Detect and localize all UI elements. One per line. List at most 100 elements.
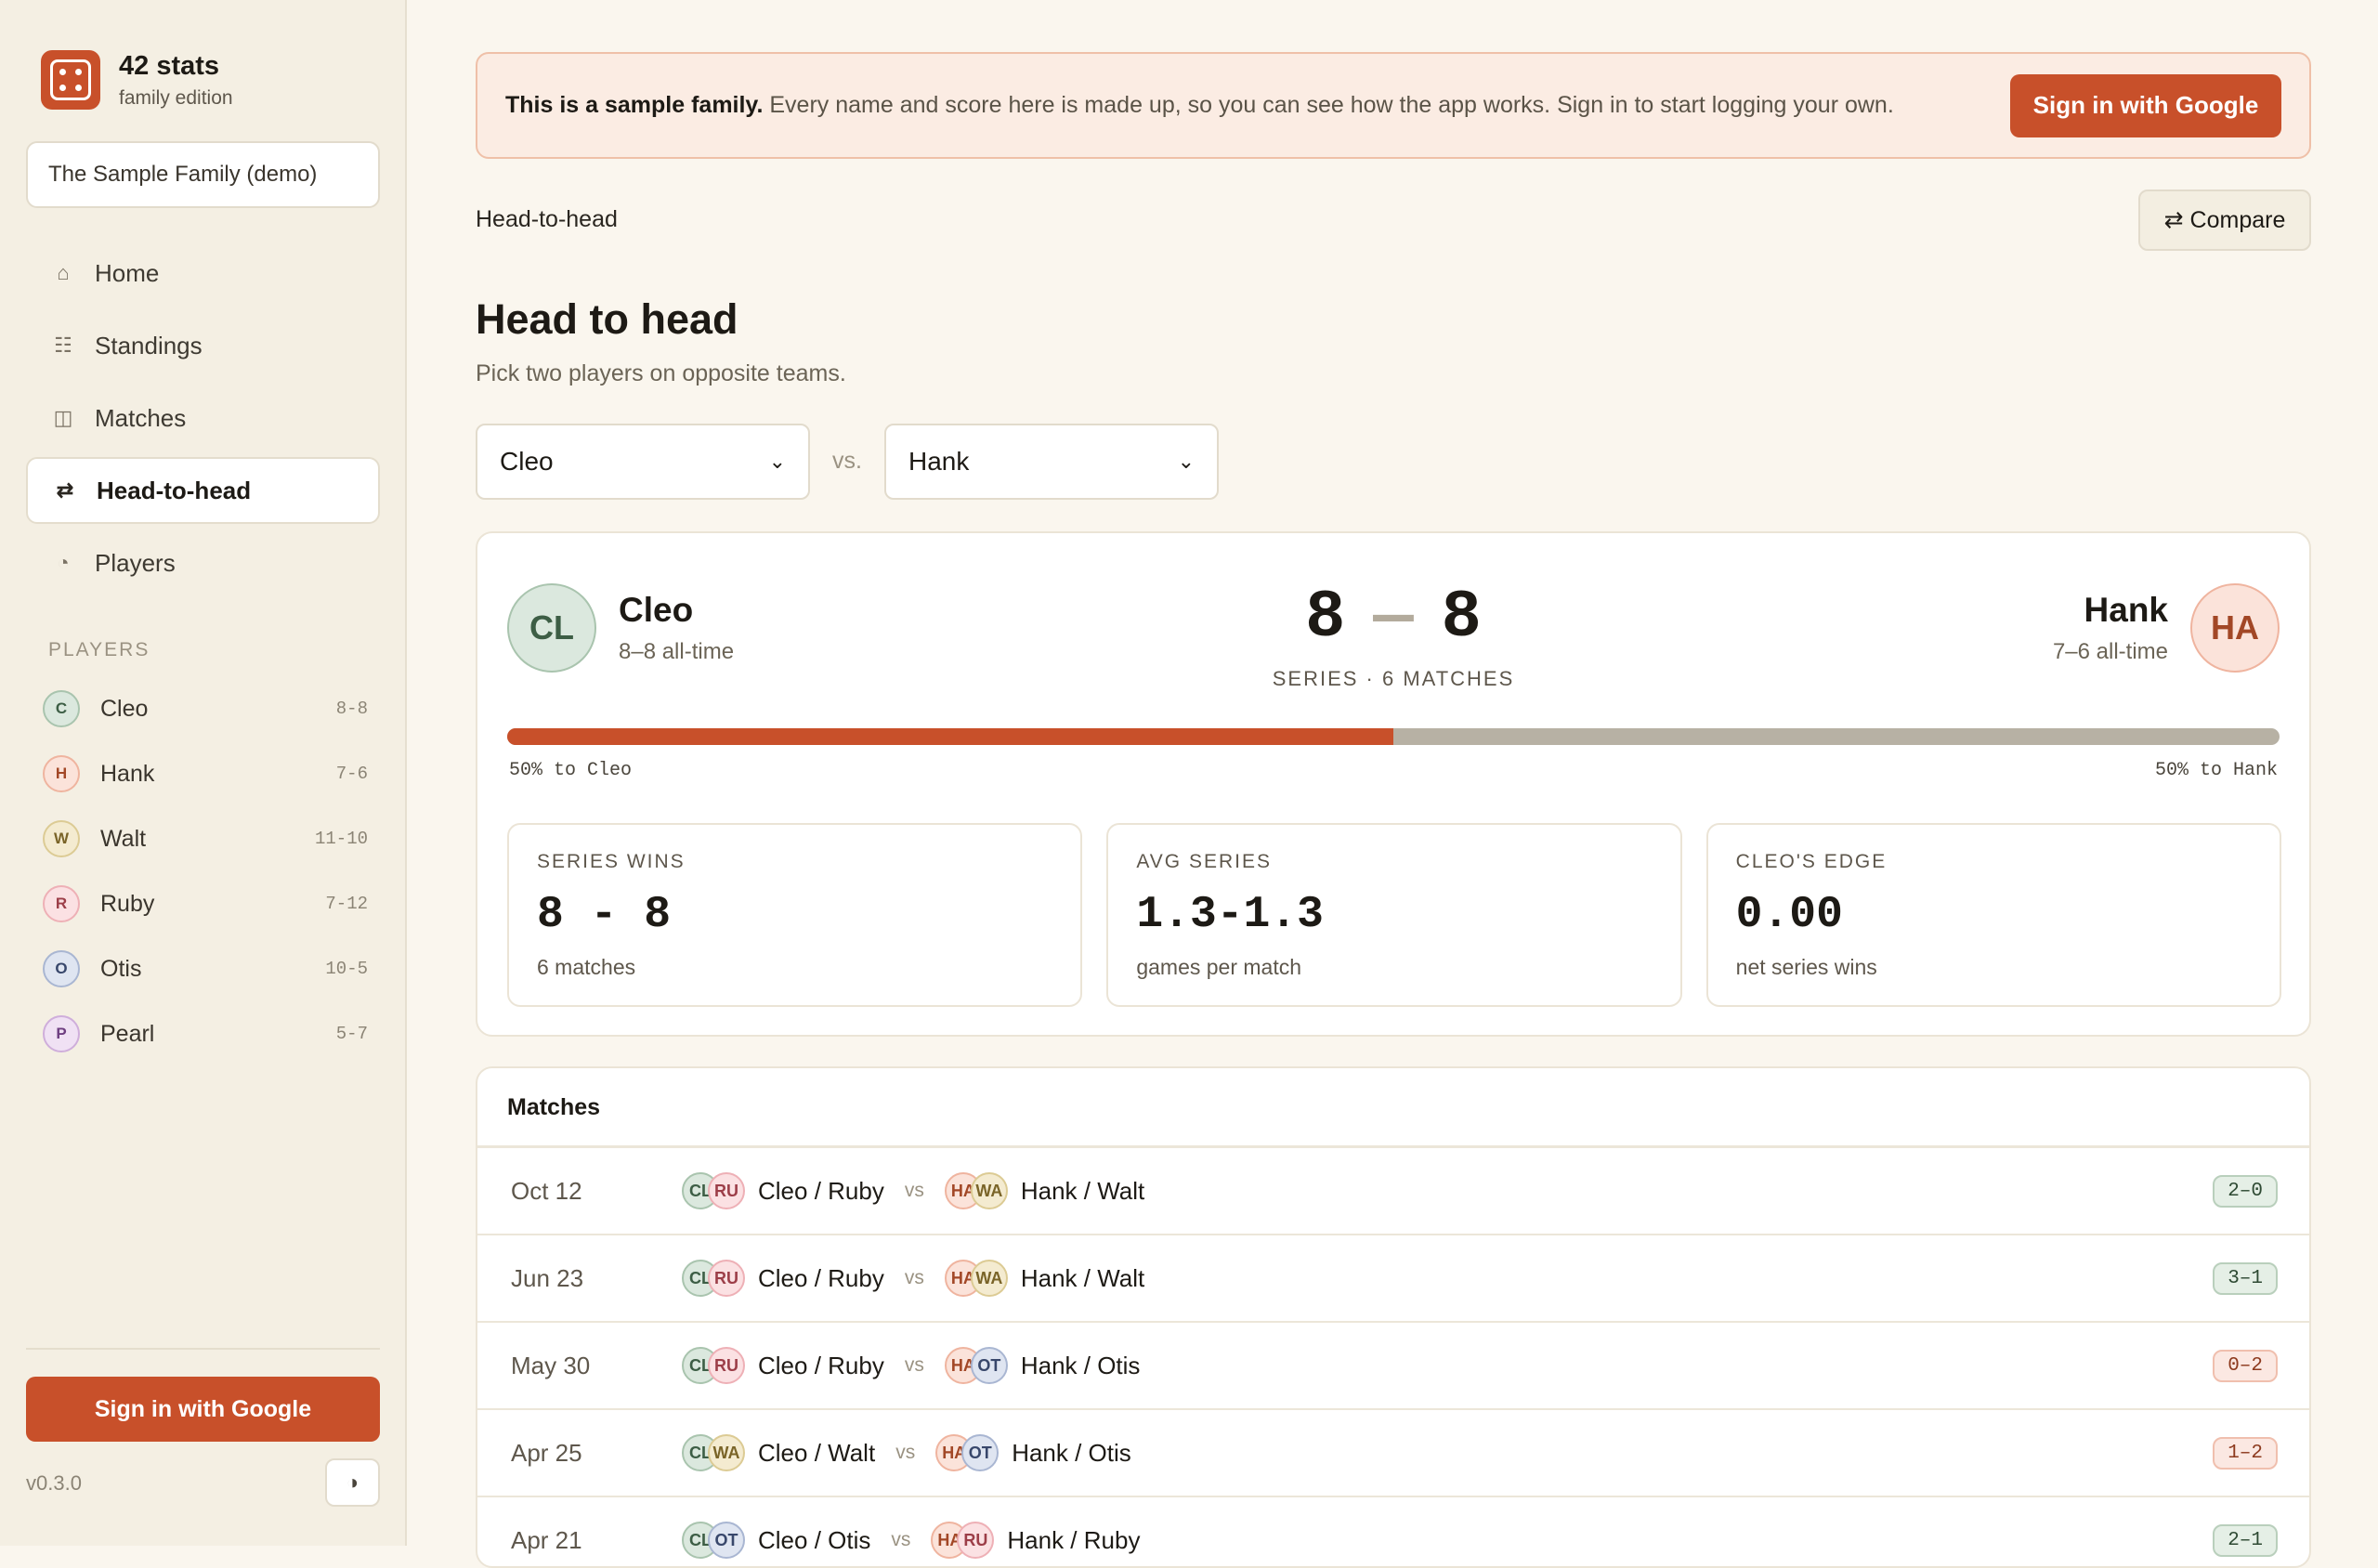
nav-item-standings[interactable]: ☷ Standings bbox=[26, 312, 380, 379]
match-row[interactable]: Jun 23 CL RU Cleo / Ruby vs HA WA Hank / Walt 3–… bbox=[477, 1235, 2309, 1323]
avatar: RU bbox=[708, 1347, 745, 1384]
banner-signin-button[interactable]: Sign in with Google bbox=[2010, 73, 2281, 137]
stat-cards: SERIES WINS 8 - 8 6 matches AVG SERIES 1.3-1… bbox=[507, 823, 2281, 1007]
player-name: Walt bbox=[100, 825, 147, 852]
vs-label: vs. bbox=[832, 448, 862, 474]
avatar: RU bbox=[957, 1522, 995, 1559]
match-date: May 30 bbox=[511, 1351, 591, 1379]
team-b: HA WA Hank / Walt bbox=[944, 1172, 1145, 1209]
score-badge: 2–0 bbox=[2213, 1174, 2278, 1208]
nav-item-label: Home bbox=[95, 258, 160, 287]
home-icon: ⌂ bbox=[57, 261, 70, 284]
team-b-name: Hank / Walt bbox=[1020, 1176, 1145, 1205]
dice-logo-icon bbox=[41, 50, 100, 110]
page-title: Head to head bbox=[476, 295, 738, 343]
team-a-name: Cleo / Ruby bbox=[758, 1176, 884, 1205]
player-b-value: Hank bbox=[908, 447, 970, 476]
stat-note: games per match bbox=[1136, 955, 1302, 979]
match-row[interactable]: Oct 12 CL RU Cleo / Ruby vs HA WA Hank / Walt 2–… bbox=[477, 1148, 2309, 1235]
avatar: WA bbox=[970, 1172, 1008, 1209]
player-a-value: Cleo bbox=[500, 447, 554, 476]
family-selector[interactable]: The Sample Family (demo) bbox=[26, 141, 380, 208]
stat-value: 1.3-1.3 bbox=[1136, 890, 1324, 940]
team-b-name: Hank / Otis bbox=[1012, 1438, 1131, 1467]
team-a-name: Cleo / Ruby bbox=[758, 1263, 884, 1292]
sidebar-player-otis[interactable]: O Otis 10-5 bbox=[43, 936, 368, 1001]
sidebar-signin-button[interactable]: Sign in with Google bbox=[26, 1377, 380, 1442]
match-row[interactable]: May 30 CL RU Cleo / Ruby vs HA OT Hank / Otis 0–… bbox=[477, 1323, 2309, 1410]
swap-icon: ⇄ bbox=[56, 478, 74, 502]
banner-text: This is a sample family. Every name and … bbox=[505, 92, 2010, 119]
stat-note: net series wins bbox=[1735, 955, 1877, 979]
vs-label: vs bbox=[904, 1267, 924, 1288]
avatar: P bbox=[43, 1015, 80, 1052]
score-b: 8 bbox=[1441, 580, 1482, 656]
sample-banner: This is a sample family. Every name and … bbox=[476, 52, 2311, 159]
team-b-name: Hank / Walt bbox=[1020, 1263, 1145, 1292]
nav-item-players[interactable]: ◔ Players bbox=[26, 529, 380, 596]
app-title: 42 stats bbox=[119, 50, 220, 81]
team-a-name: Cleo / Ruby bbox=[758, 1351, 884, 1379]
sidebar-player-walt[interactable]: W Walt 11-10 bbox=[43, 806, 368, 871]
brand[interactable]: 42 stats family edition bbox=[41, 50, 233, 110]
share-bar-fill bbox=[507, 728, 1393, 745]
match-row[interactable]: Apr 25 CL WA Cleo / Walt vs HA OT Hank / Otis 1–… bbox=[477, 1410, 2309, 1497]
nav-item-home[interactable]: ⌂ Home bbox=[26, 240, 380, 307]
avatar: H bbox=[43, 755, 80, 792]
sidebar-player-cleo[interactable]: C Cleo 8-8 bbox=[43, 676, 368, 741]
player-b-select[interactable]: Hank ⌄ bbox=[884, 424, 1219, 500]
match-row[interactable]: Apr 21 CL OT Cleo / Otis vs HA RU Hank / Ruby 2–… bbox=[477, 1497, 2309, 1566]
player-record: 7-12 bbox=[325, 894, 368, 914]
team-a: CL RU Cleo / Ruby bbox=[682, 1172, 884, 1209]
compare-button[interactable]: ⇄ Compare bbox=[2138, 189, 2311, 251]
nav-item-matches[interactable]: ◫ Matches bbox=[26, 385, 380, 451]
stat-note: 6 matches bbox=[537, 955, 636, 979]
players-heading: PLAYERS bbox=[48, 639, 150, 660]
nav-item-head-to-head[interactable]: ⇄ Head-to-head bbox=[26, 457, 380, 524]
player-a-select[interactable]: Cleo ⌄ bbox=[476, 424, 810, 500]
vs-label: vs bbox=[904, 1354, 924, 1376]
player-name: Cleo bbox=[100, 695, 149, 722]
team-a-name: Cleo / Otis bbox=[758, 1525, 871, 1554]
avatar: W bbox=[43, 820, 80, 857]
banner-strong: This is a sample family. bbox=[505, 92, 764, 118]
player-record: 8-8 bbox=[335, 699, 368, 719]
banner-body: Every name and score here is made up, so… bbox=[763, 92, 1894, 118]
match-date: Apr 25 bbox=[511, 1438, 582, 1467]
player-name: Pearl bbox=[100, 1020, 155, 1047]
team-a-name: Cleo / Walt bbox=[758, 1438, 876, 1467]
player-b-avatar: HA bbox=[2190, 583, 2280, 673]
players-icon: ◔ bbox=[57, 551, 70, 574]
app-subtitle: family edition bbox=[119, 86, 233, 109]
share-bar bbox=[507, 728, 2280, 745]
stat-label: CLEO'S EDGE bbox=[1735, 851, 1888, 872]
share-b-label: 50% to Hank bbox=[2154, 760, 2278, 781]
avatar: WA bbox=[970, 1260, 1008, 1297]
sidebar-player-hank[interactable]: H Hank 7-6 bbox=[43, 741, 368, 806]
team-b: HA RU Hank / Ruby bbox=[931, 1522, 1140, 1559]
score-dash: — bbox=[1373, 580, 1414, 656]
stat-label: SERIES WINS bbox=[537, 851, 686, 872]
player-list: C Cleo 8-8 H Hank 7-6 W Walt 11-10 R Ruby 7-12 O Otis… bbox=[43, 676, 368, 1066]
breadcrumb: Head-to-head bbox=[476, 206, 618, 232]
sidebar-player-ruby[interactable]: R Ruby 7-12 bbox=[43, 871, 368, 936]
sidebar: 42 stats family edition The Sample Famil… bbox=[0, 0, 407, 1546]
main-nav: ⌂ Home ☷ Standings ◫ Matches ⇄ Head-to-head ◔ Pla… bbox=[26, 240, 380, 602]
chevron-down-icon: ⌄ bbox=[1177, 450, 1195, 473]
player-record: 11-10 bbox=[314, 829, 368, 849]
head-to-head-card: CL Cleo 8–8 all-time 8—8 SERIES · 6 MATC… bbox=[476, 531, 2311, 1037]
team-b-name: Hank / Ruby bbox=[1007, 1525, 1141, 1554]
player-b-record: 7–6 all-time bbox=[2052, 639, 2168, 664]
player-record: 7-6 bbox=[335, 764, 368, 784]
chevron-down-icon: ⌄ bbox=[768, 450, 786, 473]
team-b: HA OT Hank / Otis bbox=[935, 1434, 1131, 1471]
team-b: HA WA Hank / Walt bbox=[944, 1260, 1145, 1297]
theme-toggle-icon[interactable]: ◑ bbox=[325, 1458, 380, 1507]
sidebar-player-pearl[interactable]: P Pearl 5-7 bbox=[43, 1001, 368, 1066]
version-label: v0.3.0 bbox=[26, 1471, 82, 1495]
match-list: Oct 12 CL RU Cleo / Ruby vs HA WA Hank / Walt 2–… bbox=[477, 1148, 2309, 1566]
stat-card: CLEO'S EDGE 0.00 net series wins bbox=[1705, 823, 2281, 1007]
stat-label: AVG SERIES bbox=[1136, 851, 1272, 872]
nav-item-label: Head-to-head bbox=[97, 476, 252, 504]
match-date: Apr 21 bbox=[511, 1525, 582, 1554]
